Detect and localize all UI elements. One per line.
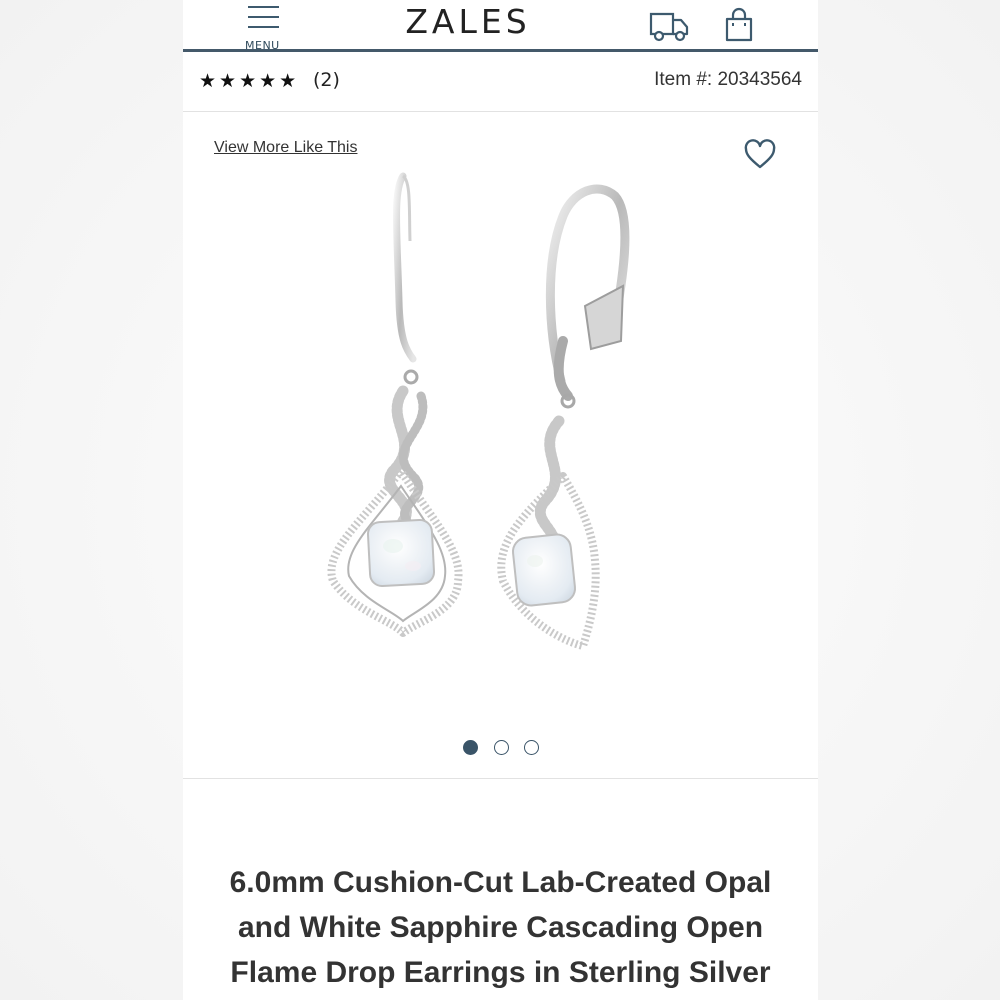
product-title: 6.0mm Cushion-Cut Lab-Created Opal and W… [229,866,772,989]
carousel-dot-3[interactable] [524,740,539,755]
carousel-dot-1[interactable] [463,740,478,755]
earrings-product-image[interactable] [323,171,663,671]
heart-icon[interactable] [743,139,777,171]
bag-icon[interactable] [723,7,755,43]
rating-row: ★★★★★ (2) Item #: 20343564 [183,54,818,112]
left-earring [327,172,463,637]
truck-icon[interactable] [649,9,689,43]
site-header: MENU ZALES [183,0,818,52]
right-earring [497,184,630,650]
menu-button[interactable]: MENU [245,4,285,52]
review-count[interactable]: (2) [313,69,340,91]
carousel-pagination [461,740,551,758]
site-logo[interactable]: ZALES [398,2,538,41]
carousel-dot-2[interactable] [494,740,509,755]
star-rating[interactable]: ★★★★★ [199,70,299,92]
product-page: MENU ZALES ★★★★★ (2) Item #: 20343564 Vi… [183,0,818,1000]
item-number: Item #: 20343564 [654,69,802,90]
menu-label: MENU [245,39,280,52]
product-gallery: View More Like This [183,113,818,779]
view-more-like-this-link[interactable]: View More Like This [214,139,357,157]
